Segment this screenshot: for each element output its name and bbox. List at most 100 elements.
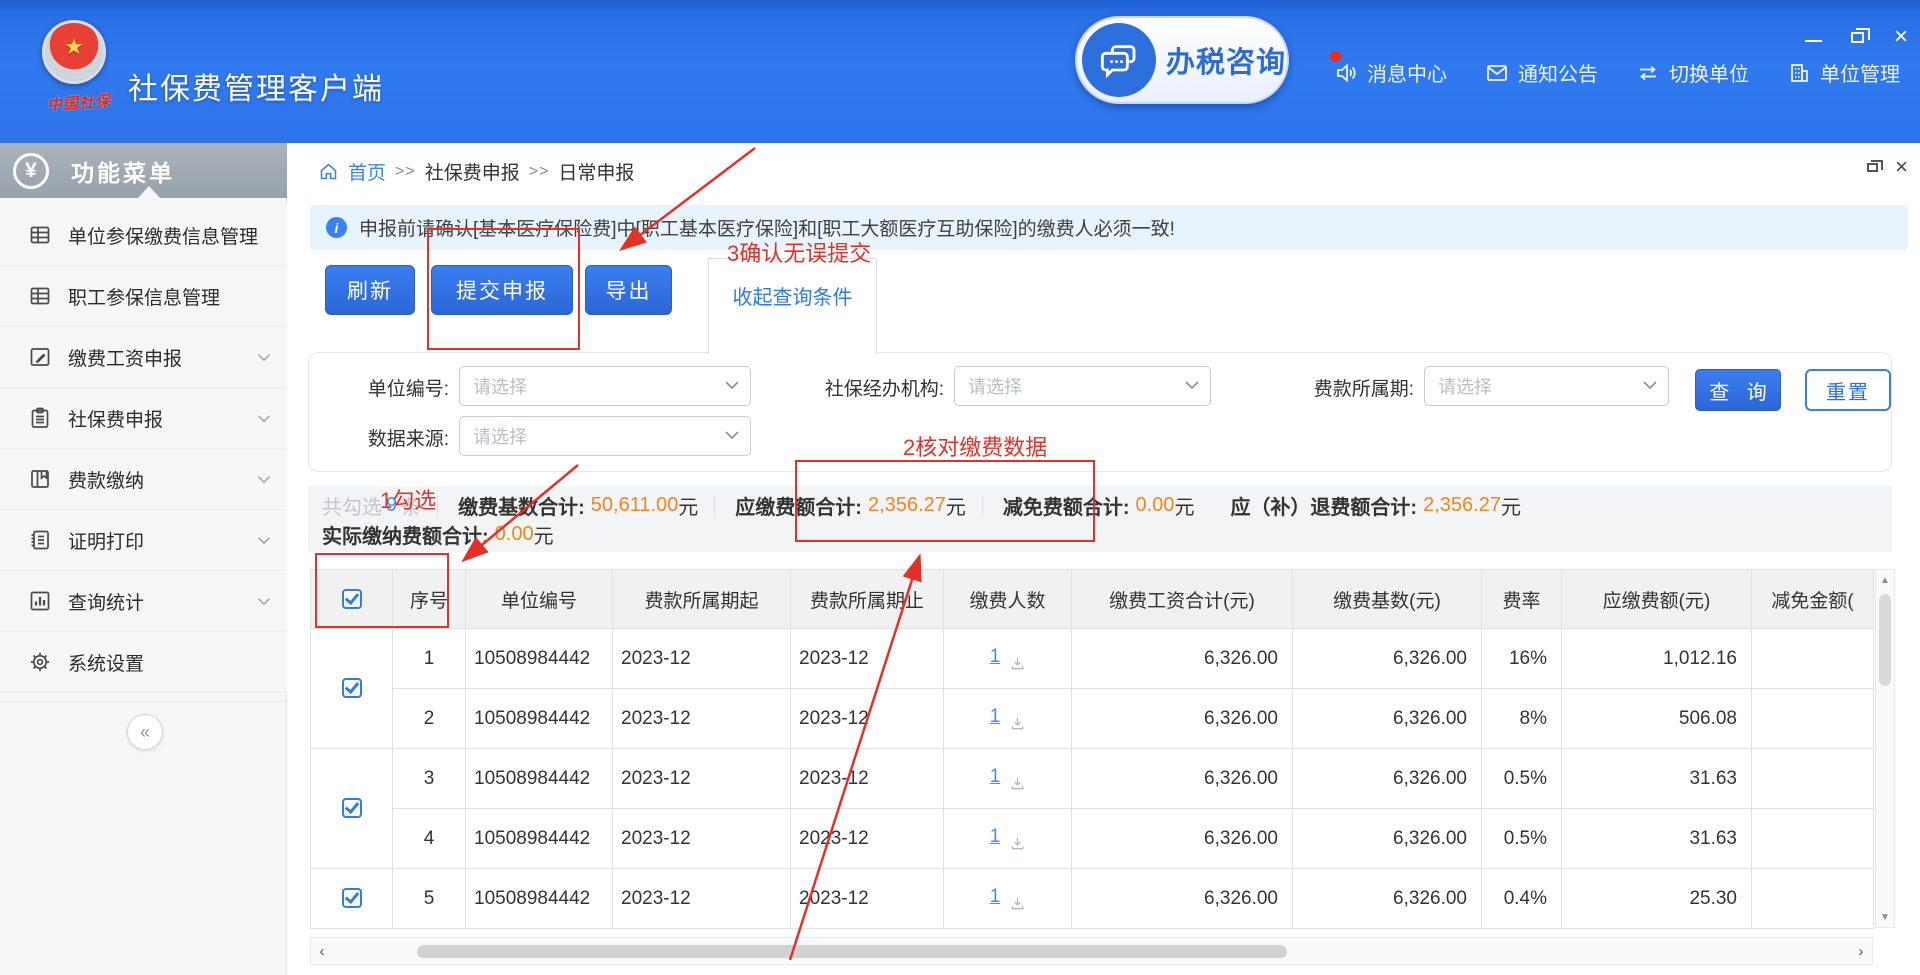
restore-button[interactable]	[1846, 26, 1868, 48]
app-header: ★ 中国社保 社保费管理客户端 办税咨询	[0, 0, 1920, 143]
row-checkbox[interactable]	[342, 888, 362, 908]
download-icon[interactable]	[1010, 776, 1025, 791]
payers-cell: 1	[944, 629, 1072, 689]
summary-unit: 元	[1501, 491, 1521, 520]
sidebar-collapse-button[interactable]: «	[127, 714, 163, 750]
unit-number-label: 单位编号:	[339, 374, 449, 401]
agency-select[interactable]: 请选择	[954, 366, 1211, 406]
download-icon[interactable]	[1010, 716, 1025, 731]
scroll-down-arrow[interactable]: ▼	[1876, 907, 1894, 927]
data-source-select[interactable]: 请选择	[459, 416, 751, 456]
summary-label: 应（补）退费额合计:	[1230, 491, 1417, 520]
deduction-cell	[1752, 869, 1874, 929]
panel-restore-icon[interactable]	[1867, 163, 1878, 172]
scroll-left-arrow[interactable]: ‹	[311, 938, 333, 964]
breadcrumb-home[interactable]: 首页	[348, 158, 386, 185]
chevron-down-icon	[1185, 380, 1199, 390]
nav-unit-management[interactable]: 单位管理	[1787, 58, 1900, 87]
sidebar-item-6[interactable]: 查询统计	[0, 571, 287, 632]
sidebar-item-3[interactable]: 社保费申报	[0, 388, 287, 449]
summary-label: 缴费基数合计:	[458, 491, 585, 520]
chevron-down-icon	[257, 414, 271, 423]
sidebar-item-5[interactable]: 证明打印	[0, 510, 287, 571]
column-header: 缴费人数	[944, 570, 1072, 629]
speaker-icon	[1334, 61, 1358, 85]
sidebar-item-4[interactable]: 费款缴纳	[0, 449, 287, 510]
fee-period-select[interactable]: 请选择	[1424, 366, 1669, 406]
breadcrumb-item[interactable]: 社保费申报	[425, 158, 520, 185]
summary-label: 应缴费额合计:	[735, 491, 862, 520]
agency-label: 社保经办机构:	[764, 374, 944, 401]
query-button[interactable]: 查 询	[1695, 369, 1781, 411]
summary-label: 减免费额合计:	[1003, 491, 1130, 520]
sidebar-item-label: 职工参保信息管理	[68, 283, 220, 310]
select-placeholder: 请选择	[968, 373, 1022, 399]
reset-button[interactable]: 重置	[1805, 369, 1891, 411]
row-checkbox-cell	[311, 869, 393, 929]
sidebar-item-1[interactable]: 职工参保信息管理	[0, 266, 287, 327]
panel-close-icon[interactable]: ×	[1895, 159, 1908, 175]
scroll-up-arrow[interactable]: ▲	[1876, 570, 1894, 590]
envelope-icon	[1485, 61, 1509, 85]
column-header: 费款所属期止	[791, 570, 944, 629]
payers-link[interactable]: 1	[990, 706, 1001, 728]
column-header: 缴费基数(元)	[1293, 570, 1482, 629]
salary-cell: 6,326.00	[1072, 629, 1293, 689]
sidebar-item-7[interactable]: 系统设置	[0, 632, 287, 693]
download-icon[interactable]	[1010, 896, 1025, 911]
payers-link[interactable]: 1	[990, 886, 1001, 908]
chevron-down-icon	[257, 353, 271, 362]
submit-declaration-button[interactable]: 提交申报	[431, 265, 573, 315]
vertical-scroll-thumb[interactable]	[1879, 594, 1891, 686]
unit-cell: 10508984442	[466, 689, 613, 749]
close-button[interactable]: ×	[1890, 26, 1912, 48]
chat-bubble-icon	[1082, 23, 1156, 97]
breadcrumb-separator: >>	[529, 163, 550, 181]
download-icon[interactable]	[1010, 836, 1025, 851]
select-all-checkbox[interactable]	[342, 589, 362, 609]
notice-text: 申报前请确认[基本医疗保险费]中[职工基本医疗保险]和[职工大额医疗互助保险]的…	[359, 214, 1175, 241]
rate-cell: 0.5%	[1482, 749, 1562, 809]
row-checkbox[interactable]	[342, 678, 362, 698]
refresh-button[interactable]: 刷新	[325, 265, 415, 315]
horizontal-scroll-thumb[interactable]	[417, 945, 1287, 958]
minimize-button[interactable]	[1802, 26, 1824, 48]
payers-link[interactable]: 1	[990, 646, 1001, 668]
amount-cell: 31.63	[1562, 809, 1752, 869]
collapse-query-tab[interactable]: 收起查询条件	[708, 258, 877, 354]
payers-link[interactable]: 1	[990, 826, 1001, 848]
unit-number-select[interactable]: 请选择	[459, 366, 751, 406]
tax-consult-button[interactable]: 办税咨询	[1075, 16, 1289, 104]
gear-icon	[28, 650, 52, 674]
nav-switch-unit[interactable]: 切换单位	[1636, 58, 1749, 87]
summary-value: 2,356.27	[1423, 494, 1501, 517]
home-icon[interactable]	[318, 161, 339, 182]
summary-divider	[437, 496, 438, 516]
base-cell: 6,326.00	[1293, 629, 1482, 689]
column-header: 序号	[393, 570, 466, 629]
unit-cell: 10508984442	[466, 809, 613, 869]
collapse-query-label: 收起查询条件	[733, 281, 853, 310]
scroll-right-arrow[interactable]: ›	[1850, 938, 1872, 964]
column-header: 费款所属期起	[613, 570, 791, 629]
nav-message-center[interactable]: 消息中心	[1334, 58, 1447, 87]
row-checkbox[interactable]	[342, 798, 362, 818]
end-cell: 2023-12	[791, 869, 944, 929]
breadcrumb-item-current: 日常申报	[558, 158, 634, 185]
nav-label: 消息中心	[1367, 58, 1447, 87]
rate-cell: 0.5%	[1482, 809, 1562, 869]
sidebar-item-0[interactable]: 单位参保缴费信息管理	[0, 205, 287, 266]
nav-notice-board[interactable]: 通知公告	[1485, 58, 1598, 87]
chevron-down-icon	[725, 430, 739, 440]
vertical-scrollbar[interactable]: ▲ ▼	[1875, 569, 1895, 928]
payers-link[interactable]: 1	[990, 766, 1001, 788]
seq-cell: 1	[393, 629, 466, 689]
national-emblem-logo: ★	[42, 20, 106, 84]
sidebar-item-2[interactable]: 缴费工资申报	[0, 327, 287, 388]
download-icon[interactable]	[1010, 656, 1025, 671]
data-source-label: 数据来源:	[339, 424, 449, 451]
export-button[interactable]: 导出	[585, 265, 672, 315]
horizontal-scrollbar[interactable]: ‹ ›	[310, 937, 1873, 965]
summary-unit: 元	[678, 491, 698, 520]
chart-icon	[28, 589, 52, 613]
